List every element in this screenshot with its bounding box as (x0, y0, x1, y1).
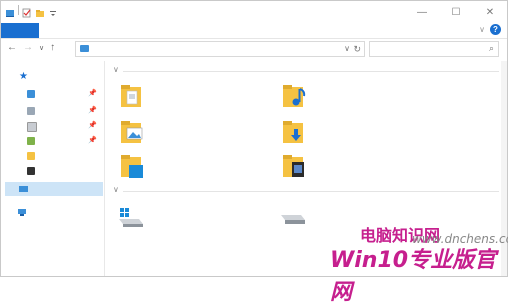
navigation-pane: ★ 📌 📌 📌 📌 (1, 61, 105, 276)
nav-item-network[interactable] (17, 204, 27, 216)
properties-icon[interactable] (22, 5, 32, 18)
star-icon[interactable]: ★ (19, 71, 28, 82)
ribbon-tab-bar: ∨ ? (1, 23, 507, 39)
minimize-button[interactable]: — (405, 1, 439, 23)
new-folder-icon[interactable] (35, 5, 45, 17)
forward-button[interactable]: → (23, 42, 33, 53)
search-input[interactable]: ⌕ (369, 41, 499, 57)
drives-group-chevron[interactable]: ∨ (113, 185, 119, 194)
recent-locations-button[interactable]: ∨ (39, 44, 44, 52)
file-tab[interactable] (1, 23, 39, 38)
pin-icon[interactable]: 📌 (88, 106, 97, 114)
nav-item-videos[interactable] (27, 166, 97, 178)
nav-item-desktop[interactable]: 📌 (27, 89, 97, 101)
search-icon: ⌕ (488, 43, 494, 53)
help-icon[interactable]: ? (490, 24, 501, 35)
pin-icon[interactable]: 📌 (88, 121, 97, 129)
refresh-icon[interactable]: ↻ (353, 42, 361, 56)
ribbon-collapse-icon[interactable]: ∨ (479, 25, 485, 34)
toolbar-divider (18, 5, 19, 15)
windows-drive[interactable] (117, 205, 147, 229)
drives-group-divider (123, 191, 499, 192)
explorer-app-icon (5, 5, 15, 17)
local-drive[interactable] (279, 209, 309, 229)
window-controls: — ☐ ✕ (405, 1, 507, 23)
watermark-brand: Win10专业版官网 (330, 248, 497, 305)
nav-item-this-pc[interactable] (5, 182, 103, 196)
documents-folder-icon (121, 155, 143, 178)
pin-icon[interactable]: 📌 (88, 89, 97, 97)
videos-folder[interactable] (281, 151, 311, 185)
close-button[interactable]: ✕ (473, 1, 507, 23)
documents-icon (27, 122, 37, 132)
windows-drive-icon (119, 208, 143, 227)
music-folder[interactable] (281, 81, 311, 115)
address-field[interactable]: ∨ ↻ (75, 41, 365, 57)
maximize-button[interactable]: ☐ (439, 1, 473, 23)
videos-icon (27, 167, 35, 175)
back-button[interactable]: ← (7, 42, 17, 53)
nav-item-music[interactable] (27, 151, 97, 163)
downloads-folder[interactable] (281, 117, 311, 151)
documents-folder[interactable] (119, 151, 149, 185)
address-bar-row: ← → ∨ ↑ ∨ ↻ ⌕ (1, 39, 507, 59)
pin-icon[interactable]: 📌 (88, 136, 97, 144)
folders-group-divider (123, 71, 499, 72)
desktop-folder[interactable] (119, 81, 149, 115)
desktop-folder-icon (121, 85, 141, 107)
music-icon (27, 152, 35, 160)
nav-item-pictures[interactable]: 📌 (27, 136, 97, 148)
pictures-folder[interactable] (119, 117, 149, 151)
folders-group-chevron[interactable]: ∨ (113, 65, 119, 74)
quick-access-toolbar (5, 5, 58, 18)
ribbon-controls: ∨ ? (479, 24, 501, 35)
up-button[interactable]: ↑ (50, 42, 55, 53)
nav-item-downloads[interactable]: 📌 (27, 106, 97, 118)
downloads-icon (27, 107, 35, 115)
address-dropdown-icon[interactable]: ∨ (344, 42, 350, 56)
network-icon (18, 209, 26, 216)
navigation-buttons: ← → ∨ ↑ (7, 42, 55, 53)
music-folder-icon (283, 85, 306, 107)
videos-folder-icon (283, 155, 304, 177)
pictures-folder-icon (121, 121, 143, 143)
nav-item-documents[interactable]: 📌 (27, 121, 97, 133)
desktop-icon (27, 90, 35, 98)
title-bar: — ☐ ✕ (1, 1, 507, 23)
pictures-icon (27, 137, 35, 145)
hard-drive-icon (281, 215, 305, 224)
this-pc-icon (80, 45, 89, 52)
this-pc-icon (19, 186, 28, 192)
downloads-folder-icon (283, 121, 303, 143)
customize-toolbar-icon[interactable] (48, 5, 58, 16)
